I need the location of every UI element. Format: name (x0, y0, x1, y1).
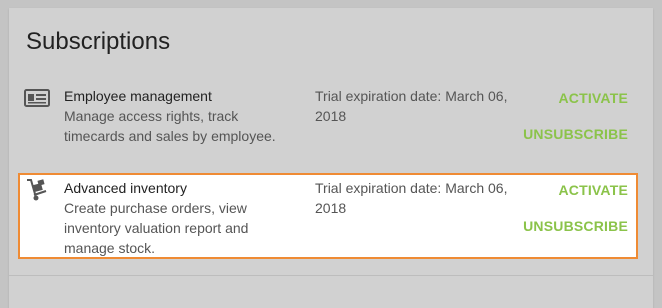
unsubscribe-button[interactable]: UNSUBSCRIBE (523, 125, 628, 143)
unsubscribe-button[interactable]: UNSUBSCRIBE (523, 217, 628, 235)
id-card-icon (24, 89, 50, 107)
subscription-description: Manage access rights, track timecards an… (64, 108, 276, 144)
subscription-name: Employee management (64, 88, 212, 104)
trial-expiration-text: Trial expiration date: March 06, 2018 (315, 88, 508, 124)
trial-expiration-text: Trial expiration date: March 06, 2018 (315, 180, 508, 216)
page-title: Subscriptions (26, 28, 171, 55)
divider (9, 275, 653, 276)
subscription-description: Create purchase orders, view inventory v… (64, 200, 249, 256)
activate-button[interactable]: ACTIVATE (558, 181, 628, 199)
activate-button[interactable]: ACTIVATE (558, 89, 628, 107)
subscription-name: Advanced inventory (64, 180, 187, 196)
hand-truck-icon (27, 179, 47, 201)
